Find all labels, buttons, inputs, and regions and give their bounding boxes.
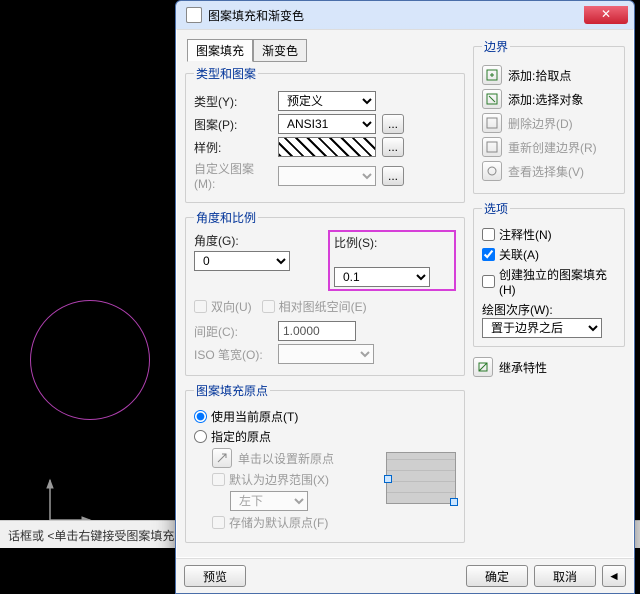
select-custom-pattern [278, 166, 376, 186]
checkbox-double [194, 300, 207, 313]
label-inherit[interactable]: 继承特性 [499, 359, 547, 376]
label-type: 类型(Y): [194, 93, 272, 110]
checkbox-annotative[interactable] [482, 228, 495, 241]
select-pattern[interactable]: ANSI31 [278, 114, 376, 134]
legend-options: 选项 [482, 200, 510, 217]
preview-button[interactable]: 预览 [184, 565, 246, 587]
label-recreate: 重新创建边界(R) [508, 139, 597, 156]
label-swatch: 样例: [194, 139, 272, 156]
select-scale[interactable]: 0.1 [334, 267, 430, 287]
legend-angle-scale: 角度和比例 [194, 209, 258, 226]
close-button[interactable]: ✕ [584, 6, 628, 24]
legend-origin: 图案填充原点 [194, 382, 270, 399]
tab-hatch[interactable]: 图案填充 [187, 39, 253, 62]
radio-specified[interactable] [194, 430, 207, 443]
origin-preview [386, 452, 456, 504]
recreate-boundary-icon [482, 137, 502, 157]
pick-points-icon[interactable] [482, 65, 502, 85]
select-type[interactable]: 预定义 [278, 91, 376, 111]
group-origin: 图案填充原点 使用当前原点(T) 指定的原点 单击以设置新原点 默认为边界范围(… [185, 382, 465, 543]
select-draw-order[interactable]: 置于边界之后 [482, 318, 602, 338]
select-objects-icon[interactable] [482, 89, 502, 109]
scale-highlight: 比例(S): 0.1 [328, 230, 456, 291]
label-select[interactable]: 添加:选择对象 [508, 91, 583, 108]
view-selection-icon [482, 161, 502, 181]
group-type-pattern: 类型和图案 类型(Y): 预定义 图案(P): ANSI31 ... 样例: .… [185, 65, 465, 203]
pattern-browse-button[interactable]: ... [382, 114, 404, 134]
inherit-icon[interactable] [473, 357, 493, 377]
dialog-footer: 预览 确定 取消 ◄ [176, 558, 634, 593]
legend-boundary: 边界 [482, 38, 510, 55]
checkbox-default-extent [212, 473, 225, 486]
cancel-button[interactable]: 取消 [534, 565, 596, 587]
label-angle: 角度(G): [194, 232, 272, 249]
label-spacing: 间距(C): [194, 323, 272, 340]
pattern-swatch[interactable] [278, 137, 376, 157]
group-boundary: 边界 添加:拾取点 添加:选择对象 删除边界(D) 重新创建边界(R) 查看选择… [473, 38, 625, 194]
label-pattern: 图案(P): [194, 116, 272, 133]
tabstrip: 图案填充 渐变色 [187, 38, 465, 61]
checkbox-relative [262, 300, 275, 313]
group-angle-scale: 角度和比例 角度(G): 0 比例(S): 0.1 双向(U) [185, 209, 465, 376]
group-options: 选项 注释性(N) 关联(A) 创建独立的图案填充(H) 绘图次序(W): 置于… [473, 200, 625, 347]
label-draw-order: 绘图次序(W): [482, 301, 616, 318]
input-spacing [278, 321, 356, 341]
titlebar[interactable]: 图案填充和渐变色 ✕ [176, 1, 634, 29]
label-pick[interactable]: 添加:拾取点 [508, 67, 571, 84]
hatch-dialog: 图案填充和渐变色 ✕ 图案填充 渐变色 类型和图案 类型(Y): 预定义 图案(… [175, 0, 635, 594]
checkbox-separate[interactable] [482, 275, 495, 288]
tab-gradient[interactable]: 渐变色 [253, 39, 307, 62]
window-title: 图案填充和渐变色 [208, 7, 584, 24]
swatch-browse-button[interactable]: ... [382, 137, 404, 157]
expand-button[interactable]: ◄ [602, 565, 626, 587]
select-extent: 左下 [230, 491, 308, 511]
checkbox-store-default [212, 516, 225, 529]
legend-type-pattern: 类型和图案 [194, 65, 258, 82]
label-custom-pattern: 自定义图案(M): [194, 160, 272, 191]
label-click-new: 单击以设置新原点 [238, 450, 334, 467]
label-scale: 比例(S): [334, 234, 412, 251]
remove-boundary-icon [482, 113, 502, 133]
ok-button[interactable]: 确定 [466, 565, 528, 587]
checkbox-associative[interactable] [482, 248, 495, 261]
circle-entity[interactable] [30, 300, 150, 420]
label-view: 查看选择集(V) [508, 163, 584, 180]
select-iso [278, 344, 374, 364]
label-remove: 删除边界(D) [508, 115, 573, 132]
radio-use-current[interactable] [194, 410, 207, 423]
label-iso: ISO 笔宽(O): [194, 346, 272, 363]
app-icon [186, 7, 202, 23]
custom-browse-button[interactable]: ... [382, 166, 404, 186]
set-origin-icon [212, 448, 232, 468]
select-angle[interactable]: 0 [194, 251, 290, 271]
